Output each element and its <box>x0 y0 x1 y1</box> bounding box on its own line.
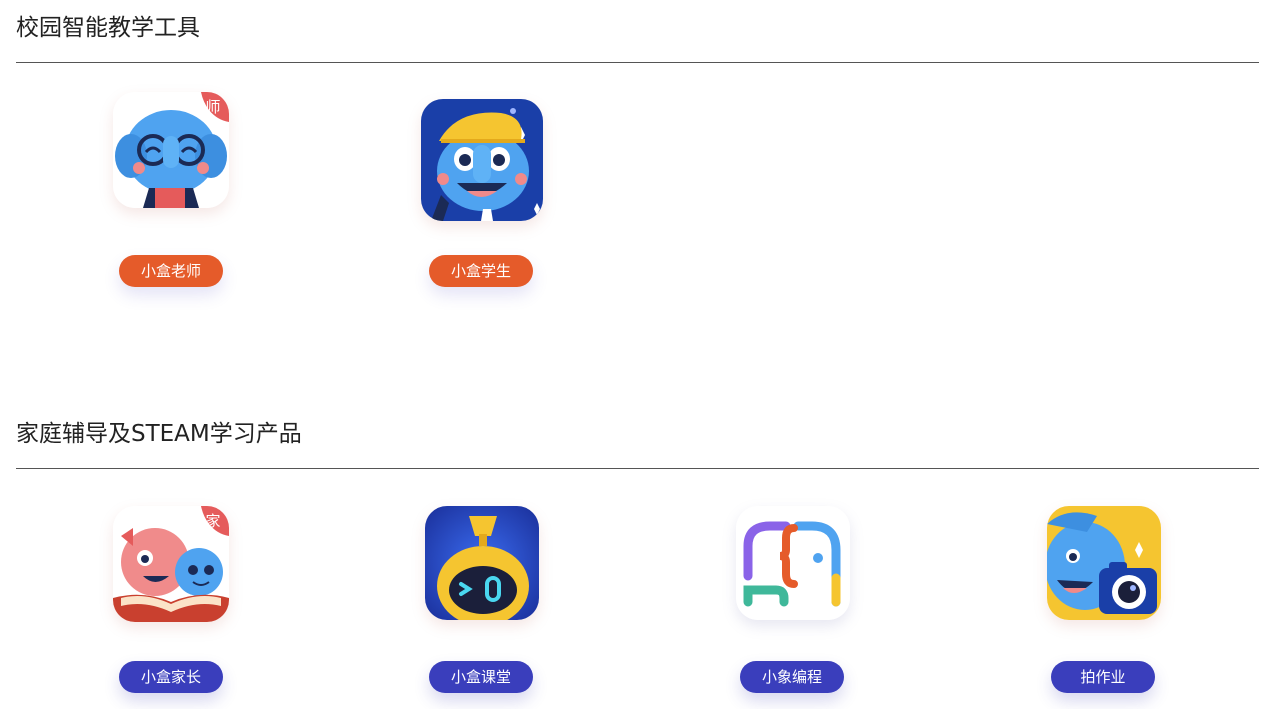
app-card-classroom[interactable]: 小盒课堂 <box>401 498 561 698</box>
section-divider <box>16 62 1259 63</box>
section-title-campus-tools: 校园智能教学工具 <box>16 15 200 41</box>
app-card-coding[interactable]: 小象编程 <box>712 498 872 698</box>
elephant-teacher-icon[interactable]: 师 <box>113 92 229 208</box>
elephant-parent-icon[interactable]: 家 <box>113 506 229 622</box>
app-card-teacher[interactable]: 师 小盒老师 <box>91 84 251 287</box>
badge-text: 家 <box>205 512 220 530</box>
robot-classroom-icon[interactable] <box>425 506 539 620</box>
app-button-coding[interactable]: 小象编程 <box>740 661 844 693</box>
app-card-homework-photo[interactable]: 拍作业 <box>1023 498 1183 698</box>
elephant-camera-icon[interactable] <box>1047 506 1161 620</box>
elephant-coding-icon[interactable] <box>736 506 850 620</box>
elephant-student-icon[interactable] <box>421 99 543 221</box>
app-button-homework-photo[interactable]: 拍作业 <box>1051 661 1155 693</box>
page: 校园智能教学工具 师 小盒老师 小盒学生 家庭辅导及STEAM学习产品 家 小盒… <box>0 0 1269 709</box>
app-card-student[interactable]: 小盒学生 <box>401 84 561 287</box>
badge-text: 师 <box>205 98 220 116</box>
app-button-teacher[interactable]: 小盒老师 <box>119 255 223 287</box>
app-button-parent[interactable]: 小盒家长 <box>119 661 223 693</box>
app-card-parent[interactable]: 家 小盒家长 <box>91 498 251 698</box>
section-divider <box>16 468 1259 469</box>
app-button-student[interactable]: 小盒学生 <box>429 255 533 287</box>
app-button-classroom[interactable]: 小盒课堂 <box>429 661 533 693</box>
section-title-home-steam: 家庭辅导及STEAM学习产品 <box>16 421 302 447</box>
